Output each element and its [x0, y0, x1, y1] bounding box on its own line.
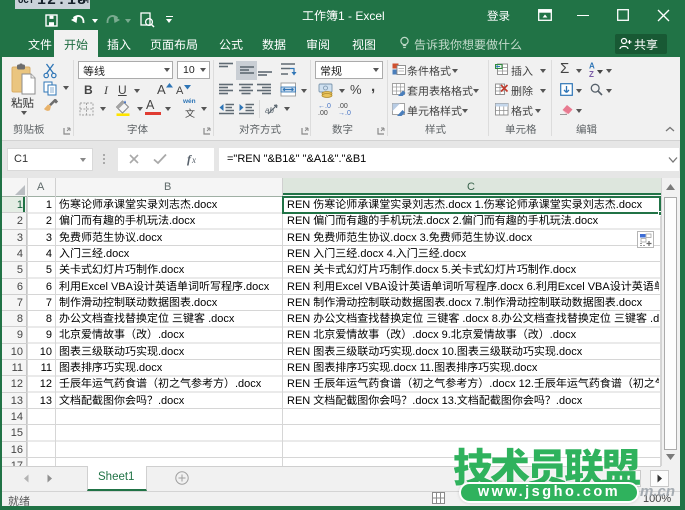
svg-text:←.0: ←.0: [318, 103, 331, 110]
svg-text:→.0: →.0: [338, 110, 351, 115]
svg-text:ab: ab: [265, 106, 274, 115]
svg-text:Z: Z: [589, 70, 594, 77]
svg-text:.00: .00: [318, 110, 328, 115]
svg-text:.00: .00: [338, 103, 348, 110]
